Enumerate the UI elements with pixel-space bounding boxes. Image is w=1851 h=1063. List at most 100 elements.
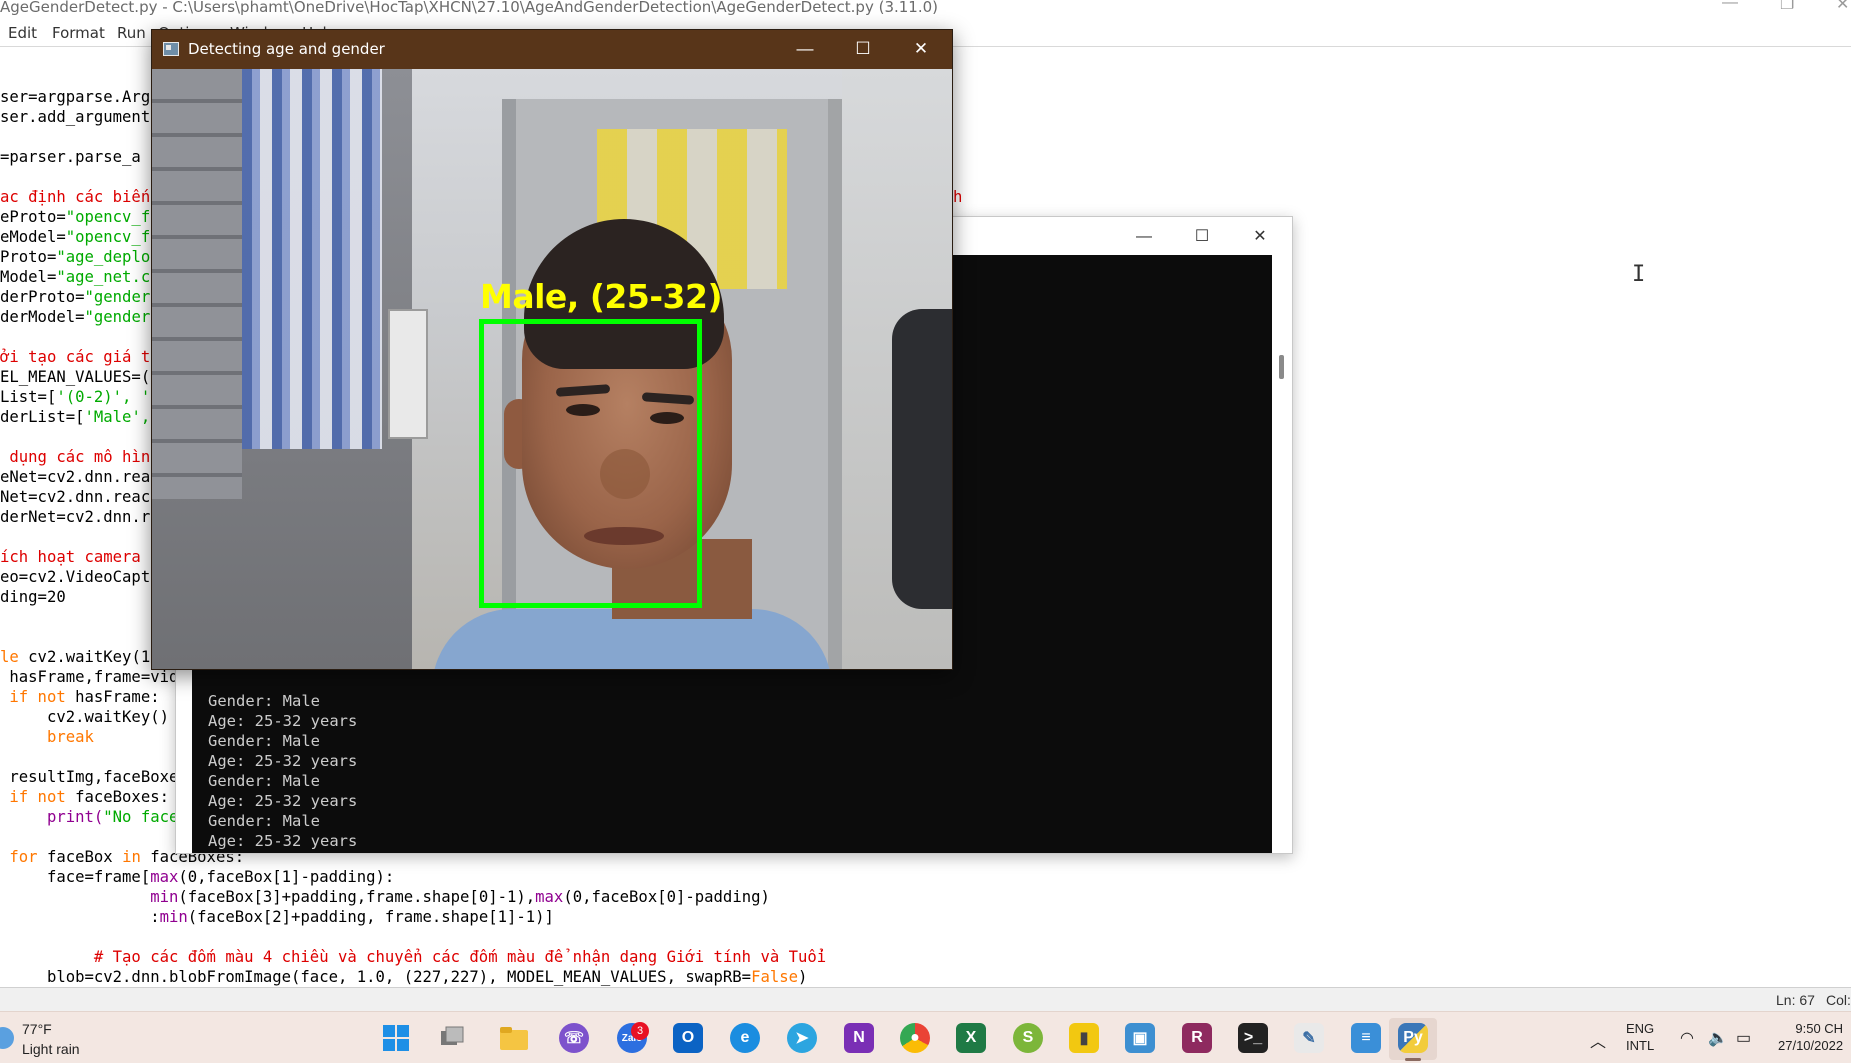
taskbar-active-indicator [1405,1058,1421,1061]
clock-date: 27/10/2022 [1778,1038,1844,1053]
code-comment-line: dụng các mô hìn [0,448,151,466]
detect-titlebar[interactable]: Detecting age and gender — ☐ ✕ [152,30,952,69]
tray-language[interactable]: ENG INTL [1626,1020,1654,1054]
volume-icon[interactable]: 🔈 [1708,1028,1728,1048]
code-line: ser.add_argument [0,108,151,126]
excel-icon[interactable]: X [956,1023,986,1053]
power-bi-icon[interactable]: ▮ [1069,1023,1099,1053]
chrome-icon[interactable]: ● [900,1023,930,1053]
console-line: Gender: Male [208,732,320,750]
menu-edit[interactable]: Edit [8,24,37,42]
face-bounding-box [479,319,702,608]
task-view-icon[interactable] [437,1023,467,1053]
code-line: cv2.waitKey() [0,708,169,726]
weather-rain-icon[interactable] [0,1027,14,1049]
editor-minimize-button[interactable]: — [1722,0,1738,12]
menu-run[interactable]: Run [117,24,146,42]
console-close-button[interactable]: ✕ [1237,223,1283,251]
app-window-icon [163,42,179,56]
terminal-icon[interactable]: >_ [1238,1023,1268,1053]
lang-code: ENG [1626,1021,1655,1036]
code-line: derProto="gender [0,288,151,306]
console-scrollbar[interactable] [1274,255,1290,853]
code-line: resultImg,faceBoxes [0,768,188,786]
code-line: :min(faceBox[2]+padding, frame.shape[1]-… [0,908,554,926]
code-line: break [0,728,94,746]
outlook-icon[interactable]: O [673,1023,703,1053]
detect-window[interactable]: Detecting age and gender — ☐ ✕ Male, (25… [151,29,953,670]
editor-close-button[interactable]: ✕ [1836,0,1849,14]
camera-bg-socket [388,309,428,439]
code-line: eModel="opencv_f [0,228,151,246]
viber-icon[interactable]: ☏ [559,1023,589,1053]
screenshot-tool-icon[interactable]: ▣ [1125,1023,1155,1053]
console-scroll-thumb[interactable] [1279,355,1284,379]
menu-format[interactable]: Format [52,24,105,42]
onenote-icon[interactable]: N [844,1023,874,1053]
winrar-icon[interactable]: R [1182,1023,1212,1053]
console-minimize-button[interactable]: — [1121,223,1167,251]
clock-time: 9:50 CH [1795,1021,1844,1036]
editor-title: AgeGenderDetect.py - C:\Users\phamt\OneD… [0,0,939,16]
camera-bg-bag [892,309,952,609]
code-line: ser=argparse.Arg [0,88,151,106]
code-line: eo=cv2.VideoCapt [0,568,151,586]
text-cursor-icon: I [1632,262,1646,287]
code-line: hasFrame,frame=vide [0,668,188,686]
notepad-file-icon[interactable]: ✎ [1294,1023,1324,1053]
code-line: min(faceBox[3]+padding,frame.shape[0]-1)… [150,888,770,906]
notepad-icon[interactable]: ≡ [1351,1023,1381,1053]
console-line: Age: 25-32 years [208,712,358,730]
console-line: Gender: Male [208,812,320,830]
console-line: Gender: Male [208,772,320,790]
console-maximize-button[interactable]: ☐ [1179,223,1225,251]
camera-bg-shelf [152,69,242,499]
code-comment-line: ởi tạo các giá t [0,348,151,366]
edge-icon[interactable]: e [730,1023,760,1053]
status-col: Col: [1826,992,1851,1008]
camera-frame: Male, (25-32) [152,69,952,669]
telegram-icon[interactable]: ➤ [787,1023,817,1053]
code-line: Model="age_net.c [0,268,151,286]
code-line: eNet=cv2.dnn.rea [0,468,151,486]
code-line: face=frame[max(0,faceBox[1]-padding): [0,868,395,886]
taskbar: 77°F Light rain ☏ Zalo O e ➤ N ● X S ▮ ▣… [0,1011,1851,1063]
file-explorer-icon[interactable] [499,1023,529,1053]
code-line: print("No face [0,808,179,826]
code-line: derList=['Male', [0,408,151,426]
python-icon[interactable]: Py [1398,1023,1428,1053]
battery-icon[interactable]: ▭ [1736,1028,1751,1048]
tray-chevron-up-icon[interactable]: ︿ [1590,1028,1606,1052]
editor-statusbar: Ln: 67 Col: [0,987,1851,1011]
code-line: EL_MEAN_VALUES=( [0,368,151,386]
windows-start-icon[interactable] [381,1023,411,1053]
code-comment-fragment: h [953,188,963,206]
console-line: Age: 25-32 years [208,792,358,810]
console-line: Age: 25-32 years [208,832,358,850]
code-line: derModel="gender [0,308,151,326]
code-line: eProto="opencv_f [0,208,151,226]
detect-window-title: Detecting age and gender [188,40,385,58]
weather-temp[interactable]: 77°F [22,1021,52,1037]
code-line: List=['(0-2)', ' [0,388,151,406]
code-comment-line: ac định các biến [0,188,151,206]
detect-minimize-button[interactable]: — [782,34,828,64]
status-line: Ln: 67 [1776,992,1815,1008]
code-line: =parser.parse_a [0,148,141,166]
console-line: Age: 25-32 years [208,752,358,770]
code-line: Proto="age_deplo [0,248,151,266]
code-line: if not faceBoxes: [0,788,169,806]
snake-app-icon[interactable]: S [1013,1023,1043,1053]
detect-close-button[interactable]: ✕ [898,34,944,64]
console-line: Gender: Male [208,692,320,710]
editor-maximize-button[interactable]: ❐ [1780,0,1794,14]
wifi-icon[interactable]: ◠ [1680,1028,1694,1048]
lang-layout: INTL [1626,1038,1655,1053]
code-line: blob=cv2.dnn.blobFromImage(face, 1.0, (2… [0,968,808,986]
code-line: derNet=cv2.dnn.r [0,508,151,526]
detect-maximize-button[interactable]: ☐ [840,34,886,64]
face-prediction-label: Male, (25-32) [480,277,723,316]
tray-clock[interactable]: 9:50 CH 27/10/2022 [1778,1020,1843,1054]
weather-desc[interactable]: Light rain [22,1041,80,1057]
code-line: Net=cv2.dnn.reac [0,488,151,506]
